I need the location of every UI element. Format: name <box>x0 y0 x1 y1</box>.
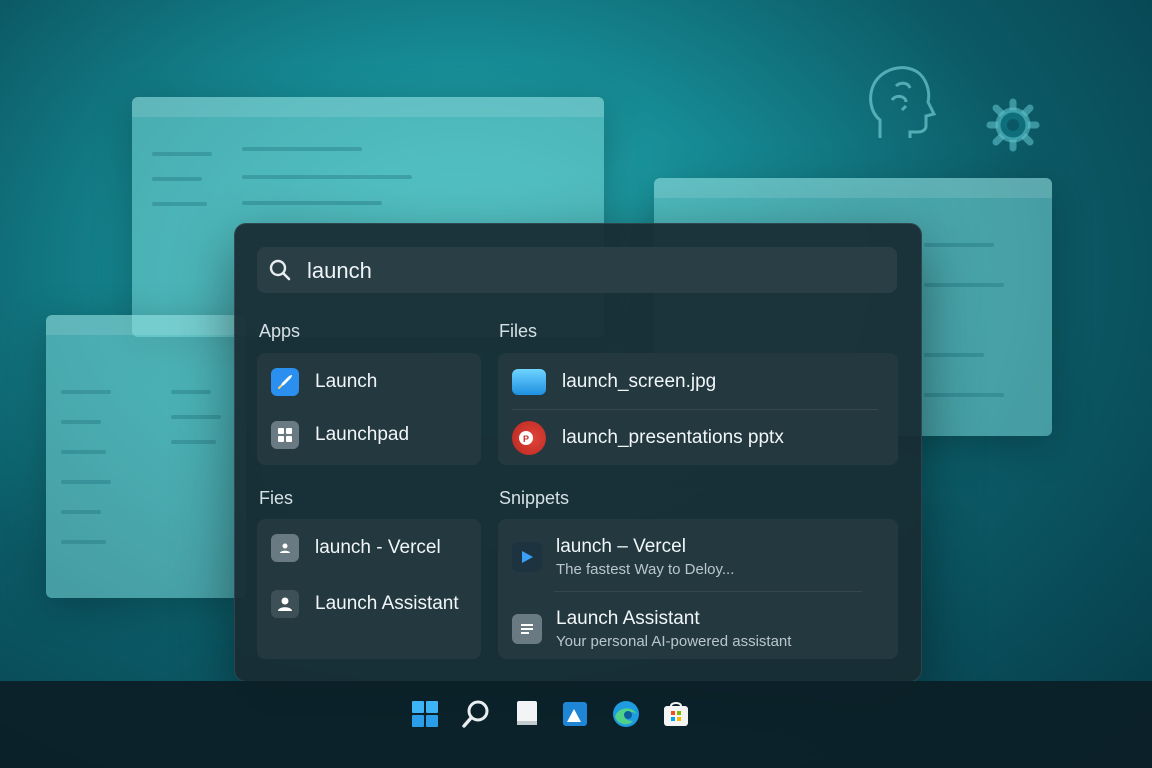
person-icon <box>271 590 299 618</box>
divider <box>512 409 878 410</box>
snippet-item-launch-assistant[interactable]: Launch Assistant Your personal AI-powere… <box>498 605 898 653</box>
document-icon <box>512 614 542 644</box>
store-icon[interactable] <box>660 698 692 730</box>
files-section-title: Files <box>499 321 538 341</box>
svg-text:P: P <box>523 434 529 444</box>
app-label-launch: Launch <box>315 371 378 392</box>
snippets-section-title: Snippets <box>499 488 570 508</box>
launcher-panel: Apps Launch Launchpad File <box>234 223 922 682</box>
search-icon <box>269 259 291 281</box>
grid-icon <box>271 421 299 449</box>
background-window-left-bottom <box>46 315 246 598</box>
fies-label-launch-assistant: Launch Assistant <box>315 593 459 614</box>
snippets-card: launch – Vercel The fastest Way to Deloy… <box>498 519 898 659</box>
search-box[interactable] <box>257 247 897 295</box>
fies-card: launch - Vercel Launch Assistant <box>257 519 481 659</box>
search-icon[interactable] <box>460 698 492 730</box>
fies-item-launch-vercel[interactable]: launch - Vercel <box>257 533 481 563</box>
snippet-title-launch-assistant: Launch Assistant <box>556 608 700 629</box>
snippet-subtitle-launch-assistant: Your personal AI-powered assistant <box>556 633 792 650</box>
apps-section-title: Apps <box>259 321 301 341</box>
image-file-icon <box>512 369 546 395</box>
fies-section-title: Fies <box>259 488 294 508</box>
app-label-launchpad: Launchpad <box>315 424 410 445</box>
edge-browser-icon[interactable] <box>610 698 642 730</box>
app-item-launch[interactable]: Launch <box>257 367 481 397</box>
apps-card: Launch Launchpad <box>257 353 481 465</box>
mail-icon[interactable] <box>559 698 591 730</box>
search-input[interactable] <box>305 247 889 295</box>
vercel-play-icon <box>512 542 542 572</box>
windows-start-icon[interactable] <box>409 698 441 730</box>
ai-head-icon <box>862 60 938 142</box>
rocket-icon <box>271 368 299 396</box>
notepad-icon[interactable] <box>511 698 543 730</box>
snippet-title-launch-vercel: launch – Vercel <box>556 536 686 557</box>
divider <box>554 591 862 592</box>
gear-icon <box>986 98 1040 152</box>
taskbar <box>0 681 1152 768</box>
files-card: launch_screen.jpg P launch_presentations… <box>498 353 898 465</box>
file-item-launch-presentations[interactable]: P launch_presentations pptx <box>498 421 898 455</box>
file-label-launch-presentations: launch_presentations pptx <box>562 427 784 448</box>
snippet-subtitle-launch-vercel: The fastest Way to Deloy... <box>556 561 735 578</box>
file-item-launch-screen[interactable]: launch_screen.jpg <box>498 367 898 397</box>
fies-label-launch-vercel: launch - Vercel <box>315 537 441 558</box>
file-label-launch-screen: launch_screen.jpg <box>562 371 717 392</box>
contact-icon <box>271 534 299 562</box>
powerpoint-icon: P <box>512 421 546 455</box>
snippet-item-launch-vercel[interactable]: launch – Vercel The fastest Way to Deloy… <box>498 533 898 581</box>
fies-item-launch-assistant[interactable]: Launch Assistant <box>257 589 481 619</box>
app-item-launchpad[interactable]: Launchpad <box>257 420 481 450</box>
